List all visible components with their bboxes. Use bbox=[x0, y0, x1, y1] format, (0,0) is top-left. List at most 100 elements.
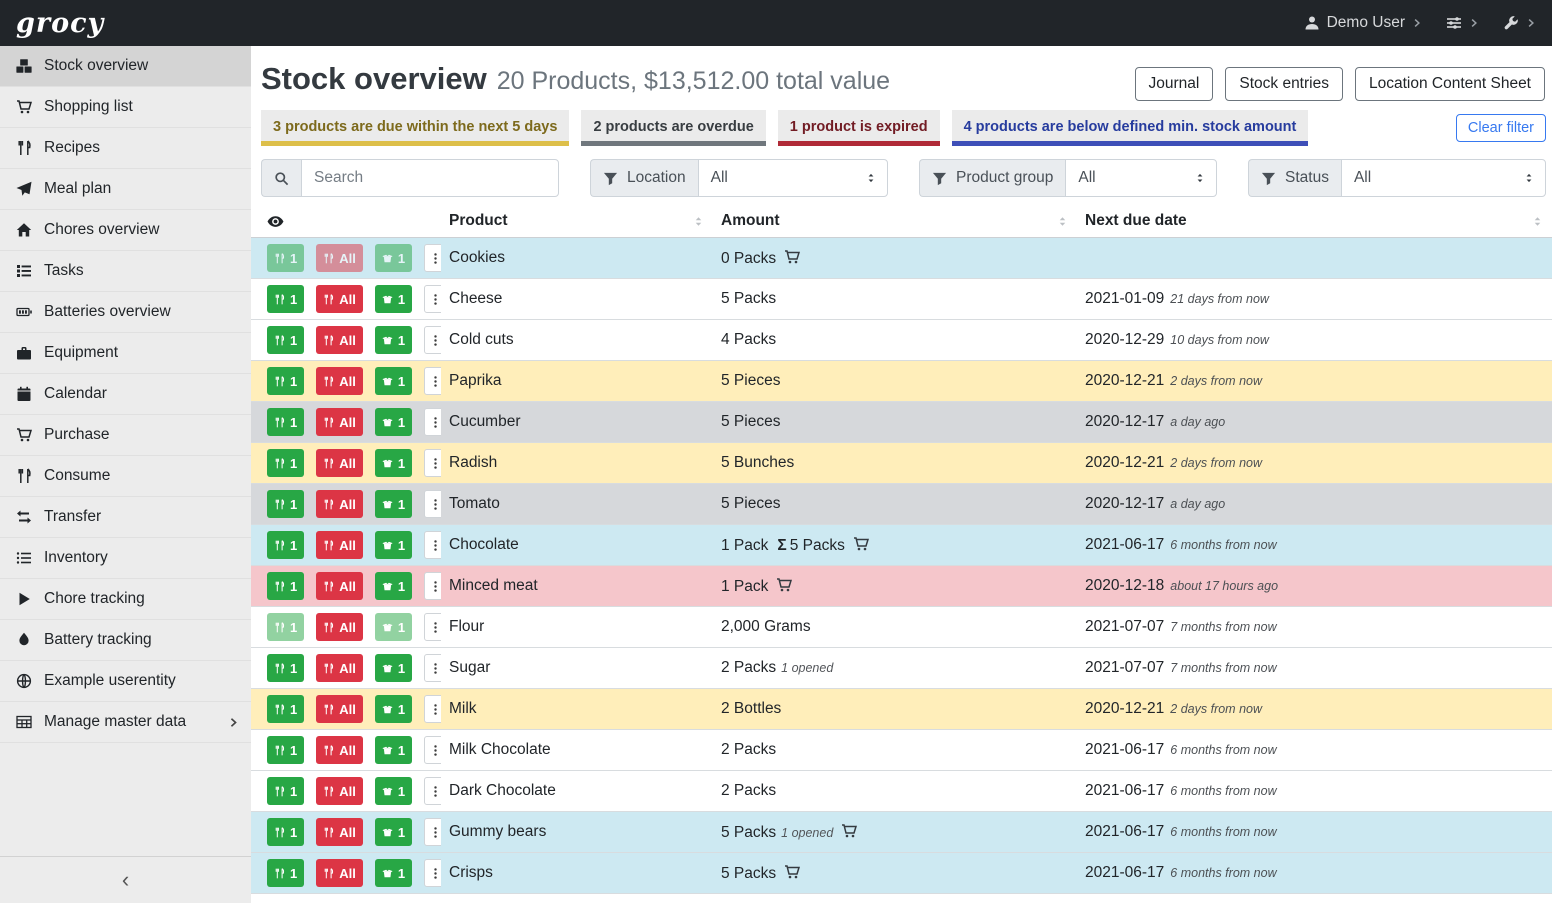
sidebar-collapse-button[interactable]: ‹ bbox=[0, 856, 251, 903]
sidebar-item-batteries-overview[interactable]: Batteries overview bbox=[0, 292, 251, 333]
consume-all-button[interactable]: All bbox=[316, 490, 363, 518]
consume-one-button[interactable]: 1 bbox=[267, 490, 304, 518]
sidebar-item-equipment[interactable]: Equipment bbox=[0, 333, 251, 374]
sidebar-item-tasks[interactable]: Tasks bbox=[0, 251, 251, 292]
consume-one-button[interactable]: 1 bbox=[267, 572, 304, 600]
clear-filter-button[interactable]: Clear filter bbox=[1456, 114, 1546, 142]
row-menu-button[interactable] bbox=[424, 654, 441, 682]
consume-all-button[interactable]: All bbox=[316, 818, 363, 846]
consume-one-button[interactable]: 1 bbox=[267, 326, 304, 354]
open-one-button[interactable]: 1 bbox=[375, 818, 412, 846]
consume-all-button[interactable]: All bbox=[316, 531, 363, 559]
row-menu-button[interactable] bbox=[424, 490, 441, 518]
row-menu-button[interactable] bbox=[424, 531, 441, 559]
location-content-sheet-button[interactable]: Location Content Sheet bbox=[1355, 67, 1545, 101]
consume-one-button[interactable]: 1 bbox=[267, 613, 304, 641]
row-menu-button[interactable] bbox=[424, 408, 441, 436]
consume-all-button[interactable]: All bbox=[316, 654, 363, 682]
consume-one-button[interactable]: 1 bbox=[267, 449, 304, 477]
consume-all-button[interactable]: All bbox=[316, 613, 363, 641]
consume-one-button[interactable]: 1 bbox=[267, 531, 304, 559]
sidebar-item-chore-tracking[interactable]: Chore tracking bbox=[0, 579, 251, 620]
open-one-button[interactable]: 1 bbox=[375, 736, 412, 764]
settings-menu[interactable] bbox=[1446, 15, 1479, 31]
banner-belowmin[interactable]: 4 products are below defined min. stock … bbox=[952, 110, 1309, 146]
open-one-button[interactable]: 1 bbox=[375, 490, 412, 518]
consume-all-button[interactable]: All bbox=[316, 449, 363, 477]
row-menu-button[interactable] bbox=[424, 859, 441, 887]
sidebar-item-transfer[interactable]: Transfer bbox=[0, 497, 251, 538]
row-menu-button[interactable] bbox=[424, 367, 441, 395]
sidebar-item-battery-tracking[interactable]: Battery tracking bbox=[0, 620, 251, 661]
product-group-filter-select[interactable]: All bbox=[1065, 159, 1217, 197]
consume-one-button[interactable]: 1 bbox=[267, 244, 304, 272]
amount-column-header[interactable]: Amount bbox=[713, 208, 1077, 238]
row-menu-button[interactable] bbox=[424, 818, 441, 846]
consume-all-button[interactable]: All bbox=[316, 367, 363, 395]
consume-all-button[interactable]: All bbox=[316, 777, 363, 805]
open-one-button[interactable]: 1 bbox=[375, 695, 412, 723]
open-one-button[interactable]: 1 bbox=[375, 531, 412, 559]
open-one-button[interactable]: 1 bbox=[375, 285, 412, 313]
stock-entries-button[interactable]: Stock entries bbox=[1225, 67, 1343, 101]
admin-menu[interactable] bbox=[1503, 15, 1536, 31]
sidebar-item-purchase[interactable]: Purchase bbox=[0, 415, 251, 456]
sidebar-item-recipes[interactable]: Recipes bbox=[0, 128, 251, 169]
banner-overdue[interactable]: 2 products are overdue bbox=[581, 110, 765, 146]
row-menu-button[interactable] bbox=[424, 777, 441, 805]
open-one-button[interactable]: 1 bbox=[375, 326, 412, 354]
column-visibility-header[interactable] bbox=[251, 208, 441, 238]
open-one-button[interactable]: 1 bbox=[375, 613, 412, 641]
row-menu-button[interactable] bbox=[424, 572, 441, 600]
sidebar-item-calendar[interactable]: Calendar bbox=[0, 374, 251, 415]
row-menu-button[interactable] bbox=[424, 613, 441, 641]
open-one-button[interactable]: 1 bbox=[375, 449, 412, 477]
consume-one-button[interactable]: 1 bbox=[267, 777, 304, 805]
open-one-button[interactable]: 1 bbox=[375, 408, 412, 436]
consume-one-button[interactable]: 1 bbox=[267, 818, 304, 846]
open-one-button[interactable]: 1 bbox=[375, 367, 412, 395]
sidebar-item-chores-overview[interactable]: Chores overview bbox=[0, 210, 251, 251]
sidebar-item-meal-plan[interactable]: Meal plan bbox=[0, 169, 251, 210]
open-one-button[interactable]: 1 bbox=[375, 244, 412, 272]
consume-one-button[interactable]: 1 bbox=[267, 654, 304, 682]
row-menu-button[interactable] bbox=[424, 449, 441, 477]
row-menu-button[interactable] bbox=[424, 326, 441, 354]
status-filter-select[interactable]: All bbox=[1341, 159, 1546, 197]
product-column-header[interactable]: Product bbox=[441, 208, 713, 238]
consume-all-button[interactable]: All bbox=[316, 572, 363, 600]
due-date-column-header[interactable]: Next due date bbox=[1077, 208, 1552, 238]
row-menu-button[interactable] bbox=[424, 695, 441, 723]
sidebar-item-consume[interactable]: Consume bbox=[0, 456, 251, 497]
consume-all-button[interactable]: All bbox=[316, 859, 363, 887]
open-one-button[interactable]: 1 bbox=[375, 777, 412, 805]
banner-due[interactable]: 3 products are due within the next 5 day… bbox=[261, 110, 569, 146]
consume-all-button[interactable]: All bbox=[316, 408, 363, 436]
journal-button[interactable]: Journal bbox=[1135, 67, 1214, 101]
grocy-logo[interactable]: grocy bbox=[16, 8, 104, 39]
consume-one-button[interactable]: 1 bbox=[267, 736, 304, 764]
open-one-button[interactable]: 1 bbox=[375, 572, 412, 600]
row-menu-button[interactable] bbox=[424, 244, 441, 272]
open-one-button[interactable]: 1 bbox=[375, 859, 412, 887]
consume-all-button[interactable]: All bbox=[316, 736, 363, 764]
sidebar-item-example-userentity[interactable]: Example userentity bbox=[0, 661, 251, 702]
consume-one-button[interactable]: 1 bbox=[267, 285, 304, 313]
row-menu-button[interactable] bbox=[424, 285, 441, 313]
row-menu-button[interactable] bbox=[424, 736, 441, 764]
open-one-button[interactable]: 1 bbox=[375, 654, 412, 682]
banner-expired[interactable]: 1 product is expired bbox=[778, 110, 940, 146]
consume-all-button[interactable]: All bbox=[316, 285, 363, 313]
consume-one-button[interactable]: 1 bbox=[267, 695, 304, 723]
user-menu[interactable]: Demo User bbox=[1304, 14, 1422, 32]
consume-all-button[interactable]: All bbox=[316, 244, 363, 272]
consume-one-button[interactable]: 1 bbox=[267, 367, 304, 395]
consume-one-button[interactable]: 1 bbox=[267, 408, 304, 436]
sidebar-item-manage-master-data[interactable]: Manage master data bbox=[0, 702, 251, 743]
sidebar-item-shopping-list[interactable]: Shopping list bbox=[0, 87, 251, 128]
sidebar-item-inventory[interactable]: Inventory bbox=[0, 538, 251, 579]
consume-one-button[interactable]: 1 bbox=[267, 859, 304, 887]
search-input[interactable] bbox=[301, 159, 559, 197]
location-filter-select[interactable]: All bbox=[698, 159, 888, 197]
sidebar-item-stock-overview[interactable]: Stock overview bbox=[0, 46, 251, 87]
